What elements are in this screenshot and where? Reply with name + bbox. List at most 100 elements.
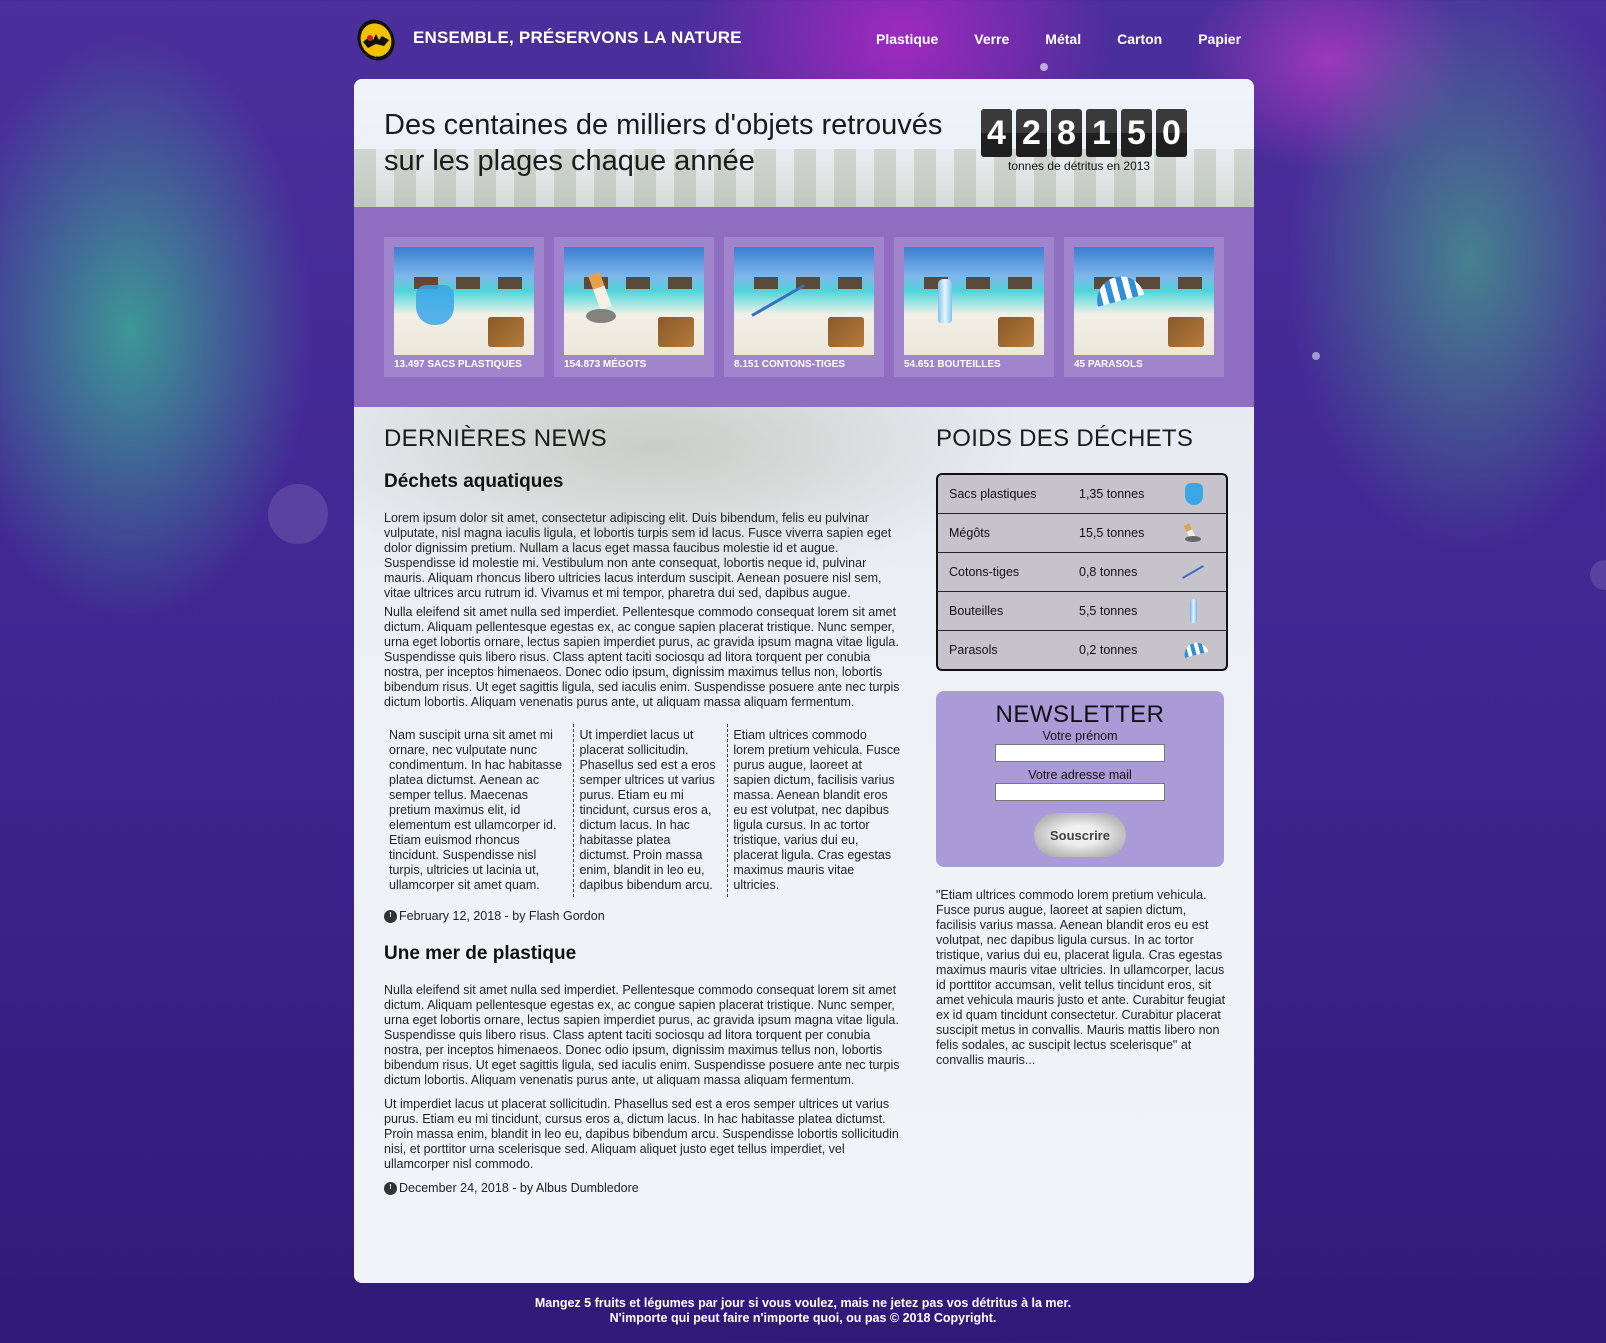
bokeh-decoration bbox=[1040, 63, 1048, 71]
cigarette-icon bbox=[588, 272, 612, 310]
article-column: Nam suscipit urna sit amet mi ornare, ne… bbox=[389, 728, 563, 892]
hero-title: Des centaines de milliers d'objets retro… bbox=[384, 109, 943, 177]
counter-digit: 5 bbox=[1121, 109, 1152, 157]
footer: Mangez 5 fruits et légumes par jour si v… bbox=[0, 1296, 1606, 1326]
stat-card-cigarettes[interactable]: 154.873 MÉGOTS bbox=[554, 237, 714, 377]
waste-weight: 0,2 tonnes bbox=[1079, 643, 1138, 657]
article-paragraph: Ut imperdiet lacus ut placerat sollicitu… bbox=[384, 1097, 899, 1171]
footer-line: Mangez 5 fruits et légumes par jour si v… bbox=[534, 1296, 1072, 1310]
nav-item-verre[interactable]: Verre bbox=[974, 31, 1009, 47]
weights-row: Sacs plastiques 1,35 tonnes bbox=[938, 475, 1226, 514]
waste-name: Sacs plastiques bbox=[949, 487, 1037, 501]
counter-digit: 8 bbox=[1051, 109, 1082, 157]
beach-photo bbox=[1074, 247, 1214, 355]
weights-row: Bouteilles 5,5 tonnes bbox=[938, 592, 1226, 631]
stats-band: 13.497 SACS PLASTIQUES 154.873 MÉGOTS 8.… bbox=[354, 207, 1254, 407]
waste-name: Mégôts bbox=[949, 526, 990, 540]
cigarette-icon bbox=[1179, 520, 1209, 546]
hut bbox=[668, 277, 692, 289]
beach-photo bbox=[394, 247, 534, 355]
counter-digit: 1 bbox=[1086, 109, 1117, 157]
stat-card-parasols[interactable]: 45 PARASOLS bbox=[1064, 237, 1224, 377]
article-date-author: December 24, 2018 - by Albus Dumbledore bbox=[399, 1181, 639, 1195]
plastic-bag-icon bbox=[1179, 481, 1209, 507]
firstname-input[interactable] bbox=[995, 744, 1165, 762]
sidebar-column: POIDS DES DÉCHETS Sacs plastiques 1,35 t… bbox=[936, 425, 1228, 1068]
hut bbox=[626, 277, 650, 289]
weights-table: Sacs plastiques 1,35 tonnes Mégôts 15,5 … bbox=[936, 473, 1228, 671]
sidebar-quote: "Etiam ultrices commodo lorem pretium ve… bbox=[936, 888, 1226, 1067]
stat-card-caption: 45 PARASOLS bbox=[1074, 359, 1143, 370]
stat-card-caption: 8.151 CONTONS-TIGES bbox=[734, 359, 845, 370]
ash-pile-icon bbox=[586, 309, 616, 323]
deck-chair bbox=[998, 317, 1034, 347]
news-heading: DERNIÈRES NEWS bbox=[384, 425, 607, 452]
newsletter-title: NEWSLETTER bbox=[995, 701, 1165, 728]
article-column: Ut imperdiet lacus ut placerat sollicitu… bbox=[573, 724, 727, 897]
hut bbox=[838, 277, 862, 289]
counter-digit: 4 bbox=[981, 109, 1012, 157]
deck-chair bbox=[658, 317, 694, 347]
article-columns: Nam suscipit urna sit amet mi ornare, ne… bbox=[384, 724, 906, 897]
weights-row: Parasols 0,2 tonnes bbox=[938, 631, 1226, 669]
hut bbox=[1178, 277, 1202, 289]
counter-caption: tonnes de détritus en 2013 bbox=[1008, 159, 1151, 173]
clock-icon bbox=[384, 1181, 397, 1195]
main-nav: Plastique Verre Métal Carton Papier bbox=[876, 31, 1241, 47]
stat-card-caption: 154.873 MÉGOTS bbox=[564, 359, 647, 370]
parasol-icon bbox=[1179, 637, 1209, 663]
cotton-swab-icon bbox=[1179, 559, 1209, 585]
article-paragraph: Nulla eleifend sit amet nulla sed imperd… bbox=[384, 983, 900, 1087]
deck-chair bbox=[1168, 317, 1204, 347]
plastic-bag-icon bbox=[416, 285, 454, 325]
waste-weight: 15,5 tonnes bbox=[1079, 526, 1145, 540]
stat-card-plastic-bags[interactable]: 13.497 SACS PLASTIQUES bbox=[384, 237, 544, 377]
nav-item-metal[interactable]: Métal bbox=[1045, 31, 1081, 47]
bokeh-decoration bbox=[1312, 352, 1320, 360]
weights-heading: POIDS DES DÉCHETS bbox=[936, 425, 1194, 452]
site-title: ENSEMBLE, PRÉSERVONS LA NATURE bbox=[413, 28, 742, 47]
email-input[interactable] bbox=[995, 783, 1165, 801]
waste-name: Parasols bbox=[949, 643, 998, 657]
nav-item-plastique[interactable]: Plastique bbox=[876, 31, 938, 47]
nav-item-papier[interactable]: Papier bbox=[1198, 31, 1241, 47]
newsletter-form: NEWSLETTER Votre prénom Votre adresse ma… bbox=[936, 691, 1224, 867]
email-label: Votre adresse mail bbox=[1028, 768, 1132, 782]
waste-weight: 0,8 tonnes bbox=[1079, 565, 1138, 579]
waste-weight: 5,5 tonnes bbox=[1079, 604, 1138, 618]
stat-card-caption: 54.651 BOUTEILLES bbox=[904, 359, 1001, 370]
subscribe-button[interactable]: Souscrire bbox=[1034, 813, 1126, 857]
hut bbox=[456, 277, 480, 289]
waste-name: Cotons-tiges bbox=[949, 565, 1020, 579]
bottle-icon bbox=[938, 279, 952, 323]
beach-photo bbox=[734, 247, 874, 355]
tonnage-counter: 4 2 8 1 5 0 bbox=[981, 109, 1187, 157]
waste-weight: 1,35 tonnes bbox=[1079, 487, 1145, 501]
deck-chair bbox=[488, 317, 524, 347]
nav-item-carton[interactable]: Carton bbox=[1117, 31, 1162, 47]
beach-photo bbox=[904, 247, 1044, 355]
article-meta: December 24, 2018 - by Albus Dumbledore bbox=[384, 1181, 906, 1195]
article-title[interactable]: Une mer de plastique bbox=[384, 943, 906, 965]
stat-card-caption: 13.497 SACS PLASTIQUES bbox=[394, 359, 522, 370]
stat-card-cotton-swabs[interactable]: 8.151 CONTONS-TIGES bbox=[724, 237, 884, 377]
counter-digit: 0 bbox=[1156, 109, 1187, 157]
stats-cards: 13.497 SACS PLASTIQUES 154.873 MÉGOTS 8.… bbox=[384, 237, 1224, 377]
article-title[interactable]: Déchets aquatiques bbox=[384, 471, 906, 493]
weights-row: Mégôts 15,5 tonnes bbox=[938, 514, 1226, 553]
deck-chair bbox=[828, 317, 864, 347]
footer-copyright: N'importe qui peut faire n'importe quoi,… bbox=[609, 1311, 997, 1325]
weights-row: Cotons-tiges 0,8 tonnes bbox=[938, 553, 1226, 592]
article-date-author: February 12, 2018 - by Flash Gordon bbox=[399, 909, 605, 923]
article-paragraph: Nulla eleifend sit amet nulla sed imperd… bbox=[384, 605, 900, 709]
hut bbox=[966, 277, 990, 289]
bokeh-decoration bbox=[1590, 560, 1606, 590]
firstname-label: Votre prénom bbox=[1042, 729, 1118, 743]
hut bbox=[754, 277, 778, 289]
clock-icon bbox=[384, 909, 397, 923]
bat-logo-icon[interactable] bbox=[356, 16, 396, 62]
stat-card-bottles[interactable]: 54.651 BOUTEILLES bbox=[894, 237, 1054, 377]
article-column: Etiam ultrices commodo lorem pretium veh… bbox=[727, 724, 906, 897]
counter-digit: 2 bbox=[1016, 109, 1047, 157]
waste-name: Bouteilles bbox=[949, 604, 1004, 618]
